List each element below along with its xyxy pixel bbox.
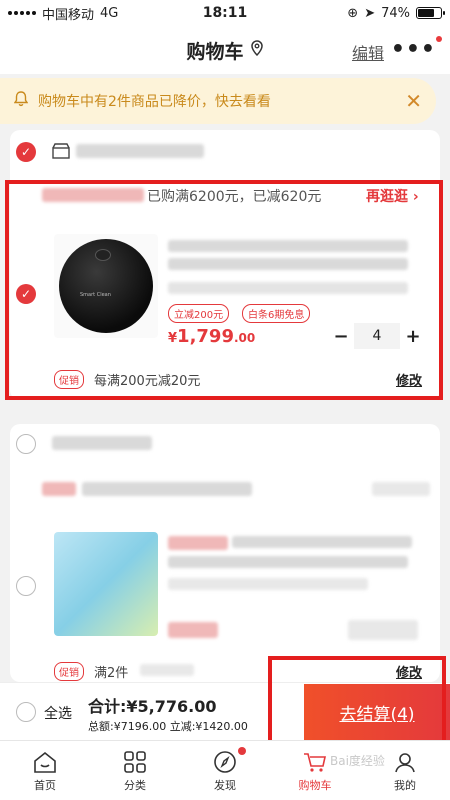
battery-icon — [416, 7, 445, 19]
highlight-box-checkout — [268, 656, 446, 748]
tab-bar: 首页 分类 发现 购物车 我的 — [0, 740, 450, 800]
lock-rotation-icon: ⊕ — [347, 5, 359, 21]
carrier: 中国移动 — [42, 7, 95, 23]
total-amount: 合计:¥5,776.00 — [88, 697, 217, 716]
tab-me[interactable]: 我的 — [360, 741, 450, 800]
product-image-toy[interactable] — [54, 532, 158, 636]
location-pin-icon[interactable] — [250, 40, 264, 60]
bell-icon — [13, 91, 29, 111]
category-grid-icon — [122, 749, 148, 775]
user-icon — [392, 749, 418, 775]
go-more-blurred — [372, 482, 430, 496]
promo-desc-blurred — [140, 664, 194, 676]
notification-dot — [436, 36, 442, 42]
product-tag-blurred — [168, 536, 228, 550]
product-checkbox-unchecked[interactable] — [16, 576, 36, 596]
store-name-blurred — [76, 144, 204, 158]
tab-label: 发现 — [214, 778, 236, 792]
edit-button[interactable]: 编辑 — [352, 40, 384, 64]
home-icon — [32, 749, 58, 775]
watermark: Bai度经验 — [330, 754, 385, 768]
promo-description: 满2件 — [94, 666, 129, 681]
tab-cart[interactable]: 购物车 — [270, 741, 360, 800]
highlight-box-product — [5, 180, 443, 400]
store-name-blurred — [52, 436, 152, 450]
product-price-blurred — [168, 622, 218, 638]
header: 购物车 编辑 ••• — [0, 26, 450, 74]
store-checkbox-unchecked[interactable] — [16, 434, 36, 454]
page-title: 购物车 — [186, 40, 244, 63]
tab-label: 首页 — [34, 778, 56, 792]
tab-discover[interactable]: 发现 — [180, 741, 270, 800]
discover-badge-dot — [238, 747, 246, 755]
product-title-line2-blurred — [168, 556, 408, 568]
tab-label: 购物车 — [298, 778, 332, 792]
status-bar: 中国移动 4G 18:11 ⊕ ➤ 74% — [0, 0, 450, 26]
notice-text: 购物车中有2件商品已降价，快去看看 — [38, 94, 271, 110]
status-time: 18:11 — [202, 5, 248, 21]
store-icon — [52, 143, 70, 163]
network-type: 4G — [100, 5, 119, 21]
cart-icon — [302, 749, 328, 775]
compass-icon — [212, 749, 238, 775]
promo-label-blurred — [42, 482, 76, 496]
close-icon[interactable]: ✕ — [405, 89, 422, 113]
battery-percent: 74% — [381, 5, 410, 21]
location-icon: ➤ — [364, 5, 376, 21]
promo-text-blurred — [82, 482, 252, 496]
promo-badge: 促销 — [54, 662, 84, 681]
select-all-checkbox[interactable] — [16, 702, 36, 722]
select-all-label[interactable]: 全选 — [44, 703, 72, 723]
subtotal-detail: 总额:¥7196.00 立减:¥1420.00 — [88, 720, 248, 733]
tab-home[interactable]: 首页 — [0, 741, 90, 800]
product-title-line1-blurred — [232, 536, 412, 548]
tab-category[interactable]: 分类 — [90, 741, 180, 800]
store-card-2: 促销 满2件 修改 — [10, 424, 440, 682]
product-spec-blurred — [168, 578, 368, 590]
store-checkbox-checked[interactable]: ✓ — [16, 142, 36, 162]
price-drop-notice[interactable]: 购物车中有2件商品已降价，快去看看 ✕ — [0, 78, 436, 124]
tab-label: 我的 — [394, 778, 416, 792]
quantity-stepper-blurred — [348, 620, 418, 640]
more-button[interactable]: ••• — [391, 37, 436, 62]
signal-icon — [8, 11, 36, 15]
tab-label: 分类 — [124, 778, 146, 792]
